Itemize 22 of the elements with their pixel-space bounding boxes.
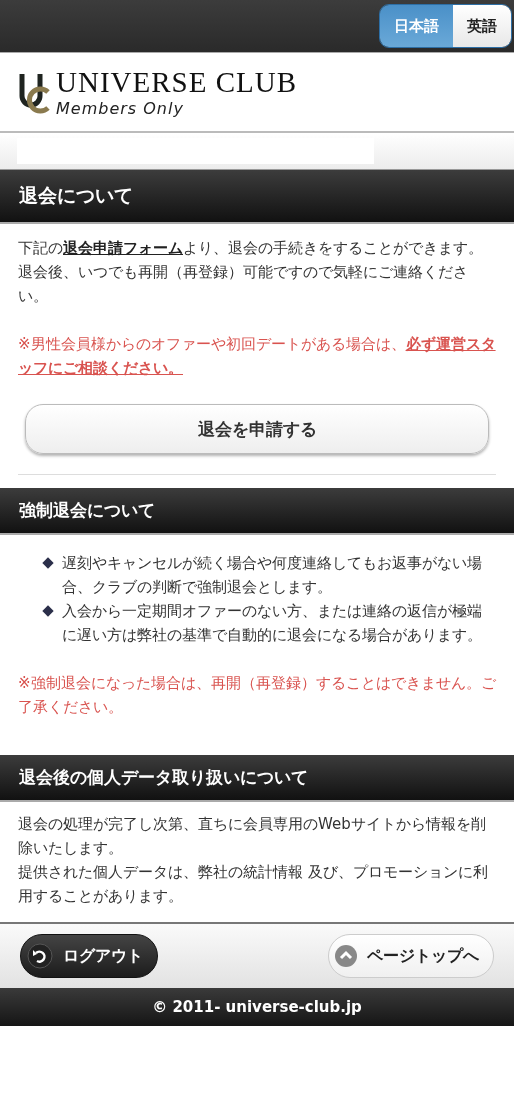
body-paragraph: 退会の処理が完了し次第、直ちに会員専用のWebサイトから情報を削除いたします。 [18, 814, 487, 859]
section-heading: 退会後の個人データ取り扱いについて [0, 755, 514, 802]
logo-tagline: Members Only [56, 100, 185, 117]
form-link[interactable]: 退会申請フォーム [63, 239, 183, 257]
intro-paragraph: 下記の退会申請フォームより、退会の手続きをすることができます。退会後、いつでも再開（再登録）可能ですので気軽にご連絡ください。 [18, 238, 484, 307]
section-heading: 強制退会について [0, 488, 514, 535]
warning-note: ※男性会員様からのオファーや初回デートがある場合は、必ず運営スタッフにご相談ください。 [18, 334, 496, 379]
bullet-icon [42, 557, 54, 569]
copyright-text: © 2011- universe-club.jp [0, 988, 514, 1026]
bullet-icon [42, 605, 54, 617]
warning-note: ※強制退会になった場合は、再開（再登録）することはできません。ご了承ください。 [18, 673, 496, 718]
logo-title: UNIVERSE CLUB [56, 67, 297, 97]
logout-button[interactable]: ログアウト [20, 934, 158, 978]
section-heading: 退会について [0, 170, 514, 224]
list-item-text: 入会から一定期間オファーのない方、または連絡の返信が極端に遅い方は弊社の基準で自動的に退会になる場合があります。 [62, 601, 483, 646]
withdraw-button[interactable]: 退会を申請する [25, 404, 489, 454]
undo-icon [27, 943, 53, 969]
body-paragraph: 提供された個人データは、弊社の統計情報 及び、プロモーションに利用することがあります。 [18, 862, 489, 907]
chevron-up-icon [335, 945, 357, 967]
list-item-text: 遅刻やキャンセルが続く場合や何度連絡してもお返事がない場合、クラブの判断で強制退会とします。 [62, 553, 483, 598]
language-button[interactable]: 英語 [453, 5, 511, 47]
page-top-button[interactable]: ページトップへ [328, 934, 494, 978]
